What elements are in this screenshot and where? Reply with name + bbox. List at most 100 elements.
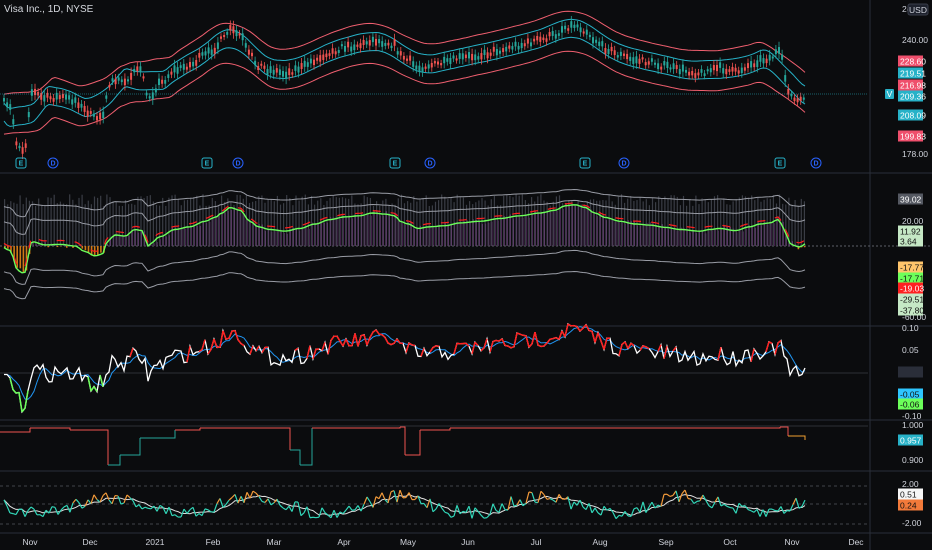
momentum-overbought-segment <box>375 329 380 335</box>
volume-bar <box>741 195 743 246</box>
price-axis-tick: 178.00 <box>902 149 928 159</box>
volume-bar <box>490 199 492 246</box>
momentum-overbought-segment <box>546 338 551 344</box>
price-candle <box>105 95 108 99</box>
zscore-pane[interactable]: 2.00 -2.00 0.510.24 <box>0 479 923 528</box>
price-candle <box>173 65 176 73</box>
volume-bar <box>112 201 114 246</box>
correlation-pane[interactable]: 1.000 0.900 0.957 <box>0 420 924 466</box>
volume-bar <box>47 197 49 246</box>
price-candle <box>437 61 439 65</box>
price-candle <box>669 67 672 70</box>
symbol-marker-label: V <box>887 89 893 99</box>
zscore-line-segment <box>693 500 698 505</box>
price-candle <box>474 54 477 61</box>
momentum-pane[interactable]: 0.100.050.00-0.10-0.05-0.06 <box>0 322 923 421</box>
price-candle <box>449 57 452 64</box>
volume-bar <box>506 194 508 246</box>
zscore-line-segment <box>732 507 737 514</box>
zscore-line-segment <box>105 492 110 501</box>
zscore-line-segment <box>51 506 56 508</box>
event-letter: E <box>19 161 24 168</box>
time-axis[interactable]: Nov Dec 2021 Feb Mar Apr May Jun Jul Aug Sep Oct Nov… <box>22 537 864 547</box>
momentum-overbought-segment <box>429 347 434 353</box>
momentum-overbought-segment <box>312 348 317 360</box>
volume-bar <box>391 203 393 246</box>
zscore-line-segment <box>153 505 158 512</box>
zscore-line-segment <box>750 510 755 513</box>
price-candle <box>635 56 638 64</box>
zscore-line-segment <box>285 505 290 511</box>
volume-bar <box>689 199 691 246</box>
price-candle <box>123 78 126 86</box>
price-candle <box>49 96 52 100</box>
zscore-line-segment <box>471 507 476 519</box>
event-letter: D <box>813 161 818 168</box>
zscore-line-segment <box>432 508 437 513</box>
volume-bar <box>797 205 799 246</box>
volume-bar <box>645 199 647 246</box>
price-candle <box>561 26 563 33</box>
zscore-line-segment <box>12 513 17 516</box>
volume-bar <box>394 204 396 246</box>
price-candle <box>294 65 297 71</box>
zscore-line-segment <box>354 505 359 511</box>
volume-bar <box>301 196 303 246</box>
zscore-line-segment <box>138 504 143 510</box>
histogram-bar <box>56 246 59 248</box>
price-candle <box>378 39 381 44</box>
price-candle <box>269 66 272 74</box>
price-candle <box>325 53 328 58</box>
chart-canvas[interactable]: VE D E D E D E D E D240.00178.002(USD228.60219.51… <box>0 0 932 550</box>
price-value-label: 228.60 <box>900 57 926 67</box>
volume-bar <box>22 204 24 246</box>
price-candle <box>505 46 508 52</box>
volume-bar <box>382 200 384 246</box>
oscillator-pane[interactable]: 60.0020.00-60.0039.0211.923.64-17.77-17.… <box>0 188 932 323</box>
volume-bar <box>56 203 58 246</box>
price-candle <box>393 39 396 46</box>
price-candle <box>244 43 247 48</box>
price-pane[interactable]: VE D E D E D E D E D240.00178.002(USD228.60219.51… <box>0 3 929 169</box>
momentum-zero-tag <box>898 366 923 378</box>
volume-bar <box>214 201 216 246</box>
volume-bar <box>159 205 161 246</box>
price-value-label: 199.83 <box>900 132 926 142</box>
price-candle <box>719 62 722 68</box>
price-candle <box>371 36 374 43</box>
price-candle <box>440 63 443 66</box>
zscore-line-segment <box>510 496 515 507</box>
price-candle <box>306 62 309 67</box>
zscore-line-segment <box>648 501 653 508</box>
price-candle <box>241 33 244 41</box>
price-candle <box>15 141 18 146</box>
time-axis-label: Dec <box>848 537 864 547</box>
osc-value-label: -17.77 <box>900 263 924 273</box>
zscore-line-segment <box>579 499 584 508</box>
volume-bar <box>676 196 678 246</box>
price-candle <box>650 58 653 62</box>
time-axis-label: Jun <box>461 537 475 547</box>
zscore-line-segment <box>615 514 620 520</box>
price-candle <box>21 147 24 154</box>
volume-bar <box>121 205 123 246</box>
momentum-overbought-segment <box>363 334 368 346</box>
momentum-overbought-segment <box>573 324 578 328</box>
osc-value-label: -19.03 <box>900 284 924 294</box>
correlation-axis-tick: 0.900 <box>902 455 924 465</box>
volume-bar <box>524 200 526 246</box>
momentum-overbought-segment <box>381 334 386 338</box>
volume-bar <box>589 199 592 246</box>
volume-bar <box>686 205 688 246</box>
price-candle <box>666 61 669 68</box>
zscore-line-segment <box>75 498 80 504</box>
price-candle <box>765 58 768 64</box>
volume-bar <box>698 204 700 246</box>
price-candle <box>111 78 114 82</box>
event-letter: E <box>778 161 783 168</box>
correlation-step-line <box>780 426 789 436</box>
zscore-line-segment <box>363 496 368 505</box>
volume-bar <box>376 201 378 246</box>
volume-bar <box>131 203 133 246</box>
volume-bar <box>515 194 517 246</box>
